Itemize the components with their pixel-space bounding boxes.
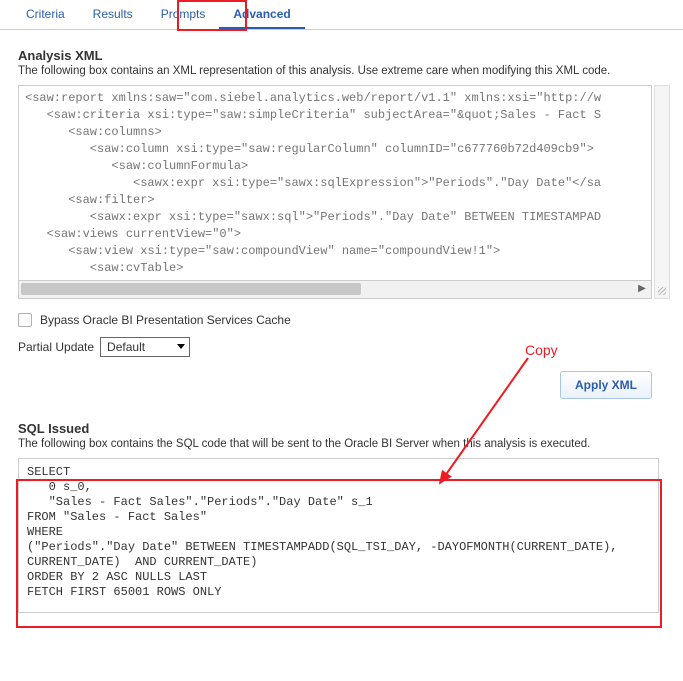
tab-prompts[interactable]: Prompts [147, 0, 220, 29]
apply-xml-button[interactable]: Apply XML [560, 371, 652, 399]
sql-issued-textarea[interactable]: SELECT 0 s_0, "Sales - Fact Sales"."Peri… [18, 458, 659, 613]
tab-criteria[interactable]: Criteria [12, 0, 79, 29]
annotation-copy-label: Copy [525, 342, 558, 358]
tab-bar: Criteria Results Prompts Advanced [0, 0, 683, 30]
analysis-xml-textarea[interactable]: <saw:report xmlns:saw="com.siebel.analyt… [18, 85, 652, 281]
sql-issued-desc: The following box contains the SQL code … [18, 438, 665, 450]
scrollbar-thumb[interactable] [21, 283, 361, 295]
tab-advanced[interactable]: Advanced [219, 0, 304, 29]
tab-results[interactable]: Results [79, 0, 147, 29]
bypass-cache-label: Bypass Oracle BI Presentation Services C… [40, 313, 291, 327]
xml-horizontal-scrollbar[interactable]: ▶ [18, 281, 652, 299]
partial-update-label: Partial Update [18, 340, 94, 354]
bypass-cache-checkbox[interactable] [18, 313, 32, 327]
partial-update-select[interactable]: Default [100, 337, 190, 357]
analysis-xml-title: Analysis XML [18, 48, 665, 63]
scroll-right-icon[interactable]: ▶ [635, 282, 649, 296]
analysis-xml-desc: The following box contains an XML repres… [18, 65, 665, 77]
partial-update-value: Default [107, 340, 145, 354]
sql-issued-title: SQL Issued [18, 421, 665, 436]
resize-grip[interactable] [654, 85, 670, 299]
chevron-down-icon [177, 344, 185, 349]
